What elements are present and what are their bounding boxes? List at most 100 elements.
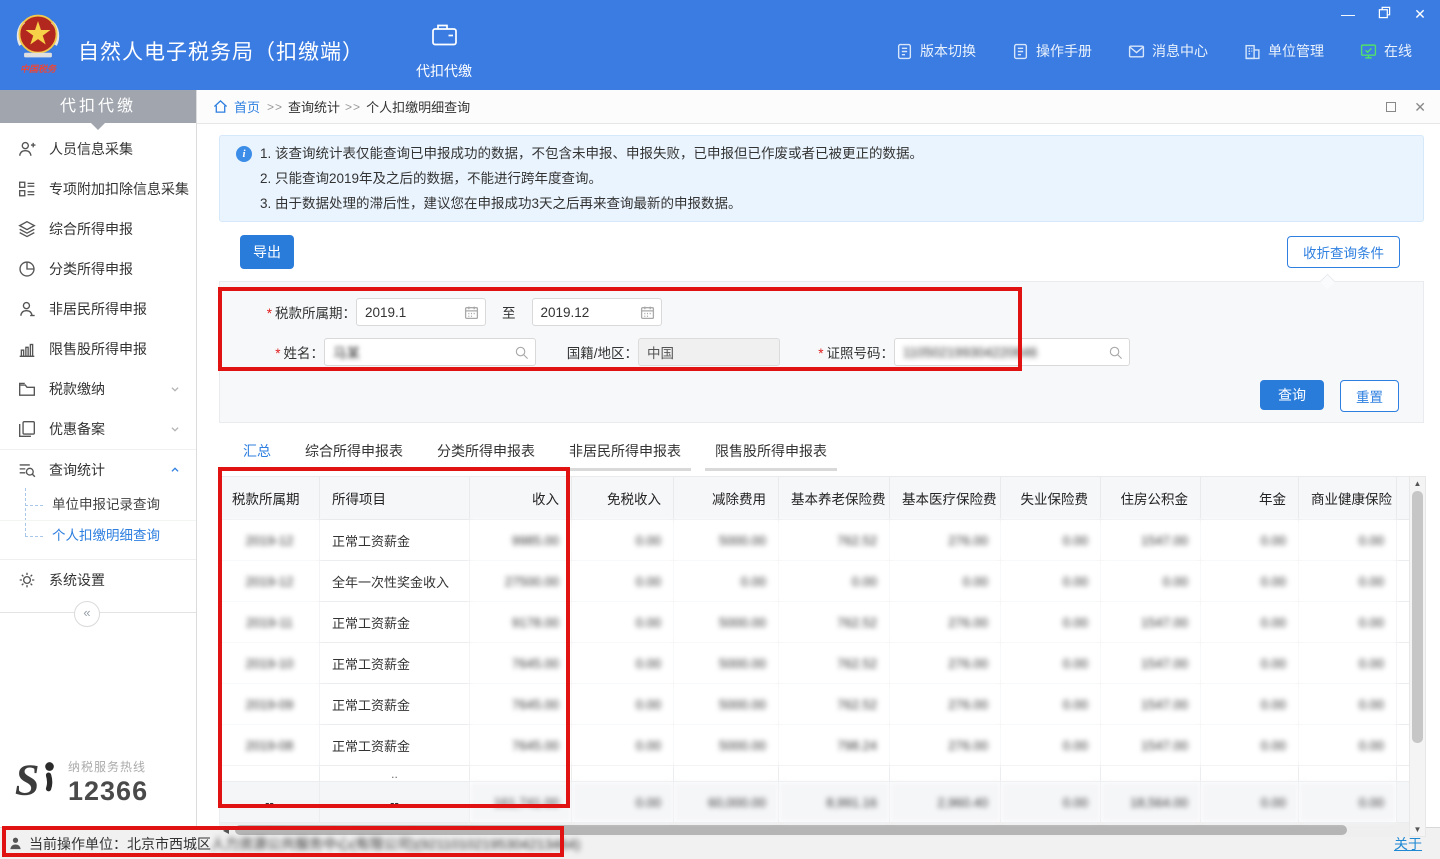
table-column-header: 税款所属期: [220, 477, 320, 520]
table-cell: 2019-12: [220, 520, 320, 561]
sidebar-subitem-unit-declare-record-query[interactable]: 单位申报记录查询: [0, 490, 196, 520]
svg-text:S: S: [15, 755, 40, 804]
sidebar-item-personnel-info[interactable]: 人员信息采集: [0, 129, 196, 169]
export-button[interactable]: 导出: [240, 235, 294, 269]
grid-list-icon: [18, 180, 36, 198]
query-button[interactable]: 查询: [1260, 380, 1324, 410]
period-from-input[interactable]: 2019.1: [356, 298, 486, 326]
minimize-icon[interactable]: —: [1340, 6, 1356, 22]
sidebar-subitem-personal-withholding-detail-query[interactable]: 个人扣缴明细查询: [0, 520, 196, 551]
results-table: 税款所属期所得项目收入免税收入减除费用基本养老保险费基本医疗保险费失业保险费住房…: [219, 476, 1409, 823]
close-icon[interactable]: ✕: [1412, 6, 1428, 22]
folder-icon: [18, 380, 36, 398]
table-row[interactable]: 2019-12全年一次性奖金收入27500.000.000.000.000.00…: [220, 561, 1410, 602]
breadcrumb-separator: >>: [345, 100, 361, 114]
calendar-icon[interactable]: [640, 305, 655, 320]
table-column-header: 免税收入: [572, 477, 674, 520]
sidebar-item-preference-filing[interactable]: 优惠备案: [0, 409, 196, 449]
brand: 中国税务 自然人电子税务局（扣缴端）: [0, 0, 364, 90]
module-tab-withholding[interactable]: 代扣代缴: [416, 0, 472, 90]
breadcrumb: 首页 >> 查询统计 >> 个人扣缴明细查询 ✕: [197, 90, 1440, 124]
search-icon[interactable]: [514, 345, 529, 360]
topnav-version-switch[interactable]: 版本切换: [896, 41, 976, 61]
table-row[interactable]: 2019-08正常工资薪金7645.000.005000.00798.24276…: [220, 725, 1410, 766]
table-cell: 0.00: [1201, 684, 1299, 725]
tab-summary[interactable]: 汇总: [233, 435, 281, 471]
name-value: 马某: [333, 342, 360, 362]
table-cell: 1547.00: [1101, 602, 1201, 643]
table-cell: [890, 766, 1001, 782]
table-cell: ..: [320, 766, 470, 782]
operating-unit-label: 当前操作单位：: [29, 834, 127, 854]
table-summary-cell: 8,991.16: [779, 782, 890, 823]
panel-maximize-icon[interactable]: [1386, 102, 1396, 112]
collapse-query-button[interactable]: 收折查询条件: [1287, 236, 1400, 268]
restore-icon[interactable]: [1376, 6, 1392, 22]
table-cell: 0.00: [1001, 520, 1101, 561]
table-cell: [1397, 520, 1410, 561]
table-cell: [1299, 766, 1397, 782]
table-cell: [572, 766, 674, 782]
hotline-label: 纳税服务热线: [68, 758, 148, 775]
hotline-logo: S 纳税服务热线 12366: [0, 754, 196, 811]
table-column-header: 减除费用: [674, 477, 779, 520]
breadcrumb-home[interactable]: 首页: [234, 97, 260, 116]
topnav-message-center[interactable]: 消息中心: [1128, 41, 1208, 61]
sidebar-item-restricted-stock[interactable]: 限售股所得申报: [0, 329, 196, 369]
table-cell: [1201, 766, 1299, 782]
table-row[interactable]: 2019-09正常工资薪金7645.000.005000.00762.52276…: [220, 684, 1410, 725]
table-cell: 0.00: [1201, 725, 1299, 766]
search-icon[interactable]: [1108, 345, 1123, 360]
table-row[interactable]: 2019-12正常工资薪金9985.000.005000.00762.52276…: [220, 520, 1410, 561]
sidebar-item-comprehensive-income[interactable]: 综合所得申报: [0, 209, 196, 249]
id-number-input[interactable]: 110502199304220646: [894, 338, 1130, 366]
sidebar-item-tax-payment[interactable]: 税款缴纳: [0, 369, 196, 409]
panel-close-icon[interactable]: ✕: [1414, 100, 1426, 114]
sidebar-item-system-settings[interactable]: 系统设置: [0, 560, 196, 600]
topnav-online[interactable]: 在线: [1360, 41, 1412, 61]
tab-classified-return[interactable]: 分类所得申报表: [427, 435, 545, 471]
sidebar-item-classified-income[interactable]: 分类所得申报: [0, 249, 196, 289]
scroll-down-icon[interactable]: ▼: [1410, 823, 1425, 836]
home-icon[interactable]: [213, 99, 228, 114]
mail-icon: [1128, 43, 1145, 60]
sidebar-item-query-statistics[interactable]: 查询统计: [0, 449, 196, 490]
sidebar: 代扣代缴 人员信息采集专项附加扣除信息采集综合所得申报分类所得申报非居民所得申报…: [0, 90, 197, 827]
topnav-org-management[interactable]: 单位管理: [1244, 41, 1324, 61]
table-cell: 0.00: [1201, 643, 1299, 684]
sidebar-collapse-divider: «: [0, 612, 196, 613]
sidebar-collapse-button[interactable]: «: [74, 601, 100, 627]
period-to-input[interactable]: 2019.12: [532, 298, 662, 326]
to-label: 至: [502, 302, 516, 322]
tab-comprehensive-return[interactable]: 综合所得申报表: [295, 435, 413, 471]
breadcrumb-item: 查询统计: [288, 97, 340, 116]
table-summary-cell: 0.00: [1001, 782, 1101, 823]
reset-button[interactable]: 重置: [1340, 380, 1399, 412]
table-cell: 0.00: [1299, 602, 1397, 643]
table-cell: 0.00: [1001, 684, 1101, 725]
table-cell: 1547.00: [1101, 725, 1201, 766]
top-header: 中国税务 自然人电子税务局（扣缴端） 代扣代缴 版本切换 操作手册 消息中心 单位管理…: [0, 0, 1440, 90]
calendar-icon[interactable]: [464, 305, 479, 320]
table-cell: 276.00: [890, 602, 1001, 643]
table-row[interactable]: 2019-10正常工资薪金7645.000.005000.00762.52276…: [220, 643, 1410, 684]
table-cell: [470, 766, 572, 782]
tab-nonresident-return[interactable]: 非居民所得申报表: [559, 435, 691, 471]
table-cell: 0.00: [890, 561, 1001, 602]
vertical-scrollbar[interactable]: ▲ ▼: [1409, 476, 1426, 837]
table-column-header: 年金: [1201, 477, 1299, 520]
table-cell: 762.52: [779, 643, 890, 684]
table-row-partial: ..: [220, 766, 1410, 782]
tax-emblem-logo: 中国税务: [10, 10, 66, 75]
tab-restricted-stock-return[interactable]: 限售股所得申报表: [705, 435, 837, 471]
sidebar-item-nonresident-income[interactable]: 非居民所得申报: [0, 289, 196, 329]
table-row[interactable]: 2019-11正常工资薪金9178.000.005000.00762.52276…: [220, 602, 1410, 643]
scroll-up-icon[interactable]: ▲: [1410, 477, 1425, 490]
topnav-manual[interactable]: 操作手册: [1012, 41, 1092, 61]
table-cell: 正常工资薪金: [320, 643, 470, 684]
vertical-scroll-thumb[interactable]: [1412, 491, 1423, 743]
sidebar-item-special-deduction[interactable]: 专项附加扣除信息采集: [0, 169, 196, 209]
name-input[interactable]: 马某: [324, 338, 536, 366]
notice-line: 3. 由于数据处理的滞后性，建议您在申报成功3天之后再来查询最新的申报数据。: [260, 191, 742, 216]
table-cell: 7645.00: [470, 684, 572, 725]
